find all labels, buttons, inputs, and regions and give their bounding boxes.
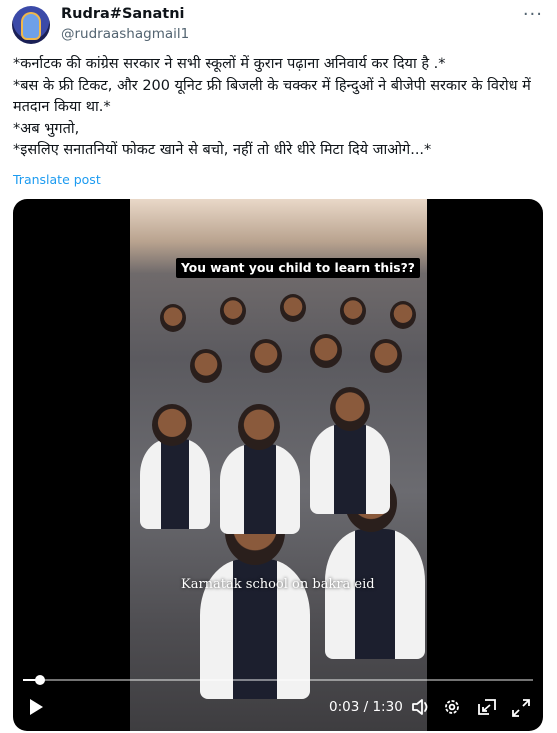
fullscreen-icon[interactable]	[511, 698, 531, 718]
picture-in-picture-icon[interactable]	[477, 698, 497, 716]
video-top-caption: You want you child to learn this??	[176, 258, 420, 278]
video-frame	[130, 199, 427, 731]
video-time: 0:03 / 1:30	[329, 699, 403, 715]
student-head	[370, 339, 402, 373]
time-separator: /	[359, 699, 373, 715]
student-head	[160, 304, 186, 332]
video-player[interactable]: You want you child to learn this?? Karna…	[13, 199, 543, 731]
deity-avatar-icon	[23, 14, 39, 38]
student-figure	[310, 424, 390, 514]
video-progress-bar[interactable]	[23, 675, 533, 685]
student-head	[220, 297, 246, 325]
student-head	[280, 294, 306, 322]
settings-gear-icon[interactable]	[443, 698, 461, 716]
volume-icon[interactable]	[411, 698, 431, 716]
student-head	[310, 334, 342, 368]
student-head	[152, 404, 192, 446]
student-head	[330, 387, 370, 431]
translate-post-link[interactable]: Translate post	[13, 172, 101, 187]
tweet-line: *बस के फ्री टिकट, और 200 यूनिट फ्री बिजल…	[13, 77, 531, 116]
play-icon[interactable]	[27, 698, 45, 716]
student-head	[250, 339, 282, 373]
student-figure	[220, 444, 300, 534]
author-handle[interactable]: @rudraashagmail1	[61, 26, 189, 42]
author-avatar[interactable]	[12, 6, 50, 44]
video-overlay-text: Karnatak school on bakra eid	[181, 577, 375, 592]
more-options-icon[interactable]: ···	[523, 4, 543, 25]
student-figure	[140, 439, 210, 529]
student-figure	[325, 529, 425, 659]
student-head	[390, 301, 416, 329]
video-progress-knob[interactable]	[34, 675, 45, 685]
student-head	[340, 297, 366, 325]
author-display-name[interactable]: Rudra#Sanatni	[61, 6, 185, 22]
student-head	[190, 349, 222, 383]
duration: 1:30	[372, 699, 403, 715]
current-time: 0:03	[329, 699, 360, 715]
tweet-line: *इसलिए सनातनियों फोकट खाने से बचो, नहीं …	[13, 142, 432, 158]
tweet-line: *अब भुगतो,	[13, 120, 80, 137]
tweet-line: *कर्नाटक की कांग्रेस सरकार ने सभी स्कूलो…	[13, 56, 446, 72]
student-head	[238, 404, 280, 450]
tweet-text: *कर्नाटक की कांग्रेस सरकार ने सभी स्कूलो…	[13, 54, 548, 162]
